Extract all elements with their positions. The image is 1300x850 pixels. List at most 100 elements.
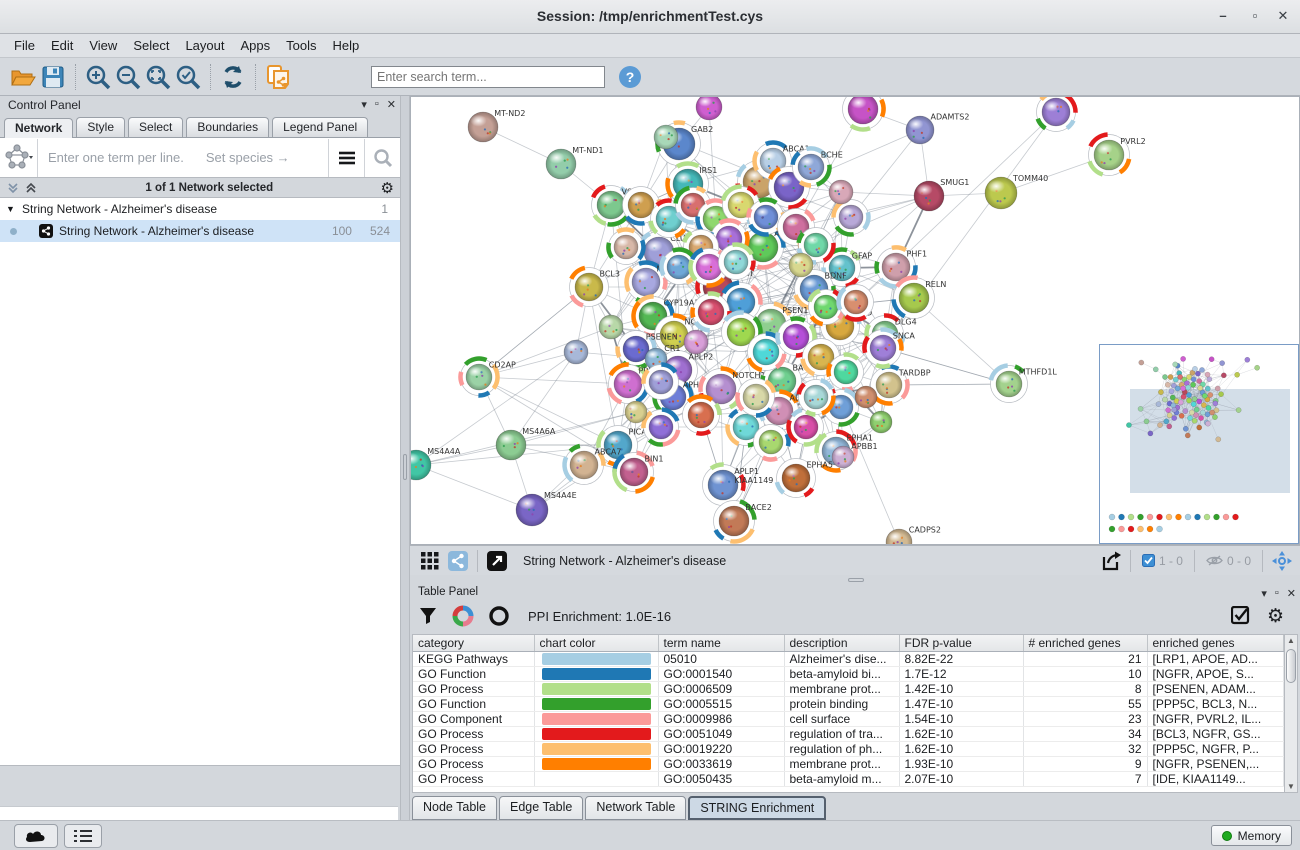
search-icon[interactable] [364,139,400,177]
network-node[interactable] [737,379,774,416]
tab-network-table[interactable]: Network Table [585,796,686,820]
column-header-enriched-genes[interactable]: enriched genes [1147,635,1283,652]
refresh-button[interactable] [218,62,248,92]
network-node[interactable] [855,386,877,408]
network-node[interactable] [684,330,708,354]
network-node[interactable] [870,411,892,433]
network-canvas[interactable]: MT-ND2MT-ND1VSNL1GAB2ADAMTS2SMUG1TOMM40P… [410,96,1300,545]
panel-float-icon[interactable]: ▫ [375,98,379,111]
zoom-in-button[interactable] [83,62,113,92]
panel-menu-icon[interactable]: ▾ [1261,587,1267,600]
maximize-button[interactable]: ▫ [1242,6,1268,26]
viewport-rectangle[interactable] [1130,389,1290,493]
menu-help[interactable]: Help [325,35,368,56]
table-row[interactable]: GO ProcessGO:0050435beta-amyloid m...2.0… [413,772,1283,787]
network-node-BIN1[interactable]: BIN1 [614,453,663,492]
network-node-MS4A6A[interactable]: MS4A6A [496,427,556,460]
memory-button[interactable]: Memory [1211,825,1292,846]
network-node-CADPS2[interactable]: CADPS2 [886,525,941,545]
collapse-all-icon[interactable] [6,181,20,195]
network-node-MT-ND1[interactable]: MT-ND1 [546,146,603,179]
tab-boundaries[interactable]: Boundaries [186,117,269,137]
collection-caret-icon[interactable]: ▼ [6,204,22,214]
tab-string-enrichment[interactable]: STRING Enrichment [688,796,826,820]
tab-select[interactable]: Select [128,117,183,137]
network-node[interactable] [789,410,824,445]
network-node[interactable] [754,425,789,460]
table-row[interactable]: GO ProcessGO:0033619membrane prot...1.93… [413,757,1283,772]
table-row[interactable]: GO FunctionGO:0001540beta-amyloid bi...1… [413,667,1283,682]
tab-style[interactable]: Style [76,117,125,137]
network-node-EPHA5[interactable]: EPHA5 [777,459,833,498]
network-node[interactable] [799,380,834,415]
splitter-handle[interactable] [848,578,864,582]
scroll-down-icon[interactable]: ▼ [1286,782,1296,791]
panel-menu-icon[interactable]: ▾ [361,98,367,111]
zoom-selected-button[interactable] [173,62,203,92]
column-header-term-name[interactable]: term name [658,635,784,652]
save-session-button[interactable] [38,62,68,92]
table-row[interactable]: KEGG Pathways05010Alzheimer's dise...8.8… [413,652,1283,667]
network-node[interactable] [683,396,720,433]
vertical-splitter[interactable] [400,96,410,820]
network-row[interactable]: String Network - Alzheimer's disease 100… [0,220,400,242]
network-node[interactable] [833,200,868,235]
network-node[interactable] [599,315,623,339]
menu-apps[interactable]: Apps [233,35,279,56]
network-node-MT-ND2[interactable]: MT-ND2 [468,109,525,142]
zoom-out-button[interactable] [113,62,143,92]
network-node[interactable] [1037,97,1076,132]
menu-view[interactable]: View [81,35,125,56]
expand-all-icon[interactable] [24,181,38,195]
grid-view-icon[interactable] [416,548,444,574]
menu-edit[interactable]: Edit [43,35,81,56]
task-list-button[interactable] [64,824,102,848]
table-row[interactable]: GO ProcessGO:0051049regulation of tra...… [413,727,1283,742]
network-node[interactable] [654,125,678,149]
search-input[interactable] [371,66,605,88]
network-node-ADAMTS2[interactable]: ADAMTS2 [906,113,969,145]
network-node-CD2AP[interactable]: CD2AP [461,359,517,396]
table-row[interactable]: GO FunctionGO:0005515protein binding1.47… [413,697,1283,712]
export-network-icon[interactable] [1097,548,1125,574]
enrichment-settings-gear-icon[interactable]: ⚙ [1267,605,1284,628]
table-row[interactable]: GO ProcessGO:0006509membrane prot...1.42… [413,682,1283,697]
open-session-button[interactable] [8,62,38,92]
menu-tools[interactable]: Tools [278,35,324,56]
close-button[interactable]: ✕ [1270,6,1296,26]
help-icon[interactable]: ? [619,66,641,88]
scroll-up-icon[interactable]: ▲ [1286,636,1296,645]
network-node[interactable] [789,253,813,277]
network-node-MTHFD1L[interactable]: MTHFD1L [991,366,1058,403]
splitter-handle[interactable] [403,454,407,480]
menu-layout[interactable]: Layout [177,35,232,56]
network-node[interactable] [644,365,679,400]
network-node[interactable] [829,180,853,204]
horizontal-splitter[interactable] [410,575,1300,585]
tab-legend-panel[interactable]: Legend Panel [272,117,368,137]
column-header-category[interactable]: category [413,635,534,652]
network-node-TOMM40[interactable]: TOMM40 [985,174,1048,209]
tab-edge-table[interactable]: Edge Table [499,796,583,820]
panel-close-icon[interactable]: ✕ [1287,587,1296,600]
network-node-APLP1[interactable]: APLP1KIAA1149 [703,464,774,505]
panel-close-icon[interactable]: ✕ [387,98,396,111]
select-rows-checkbox-icon[interactable] [1231,606,1251,626]
zoom-fit-button[interactable] [143,62,173,92]
reset-charts-icon[interactable] [488,605,510,627]
network-node-MS4A4E[interactable]: MS4A4E [516,491,577,526]
navigator-compass-icon[interactable] [1268,548,1296,574]
draw-charts-icon[interactable] [452,605,474,627]
network-collection-row[interactable]: ▼ String Network - Alzheimer's disease 1 [0,198,400,220]
species-hint[interactable]: Set species → [206,150,328,165]
network-node[interactable] [696,97,722,120]
network-node-SNCA[interactable]: SNCA [864,330,915,367]
network-node[interactable] [643,410,678,445]
birds-eye-view[interactable] [1099,344,1299,544]
filter-icon[interactable] [418,606,438,626]
column-header-description[interactable]: description [784,635,899,652]
menu-file[interactable]: File [6,35,43,56]
column-header--enriched-genes[interactable]: # enriched genes [1023,635,1147,652]
network-node-RELN[interactable]: RELN [894,277,947,318]
panel-float-icon[interactable]: ▫ [1275,587,1279,600]
